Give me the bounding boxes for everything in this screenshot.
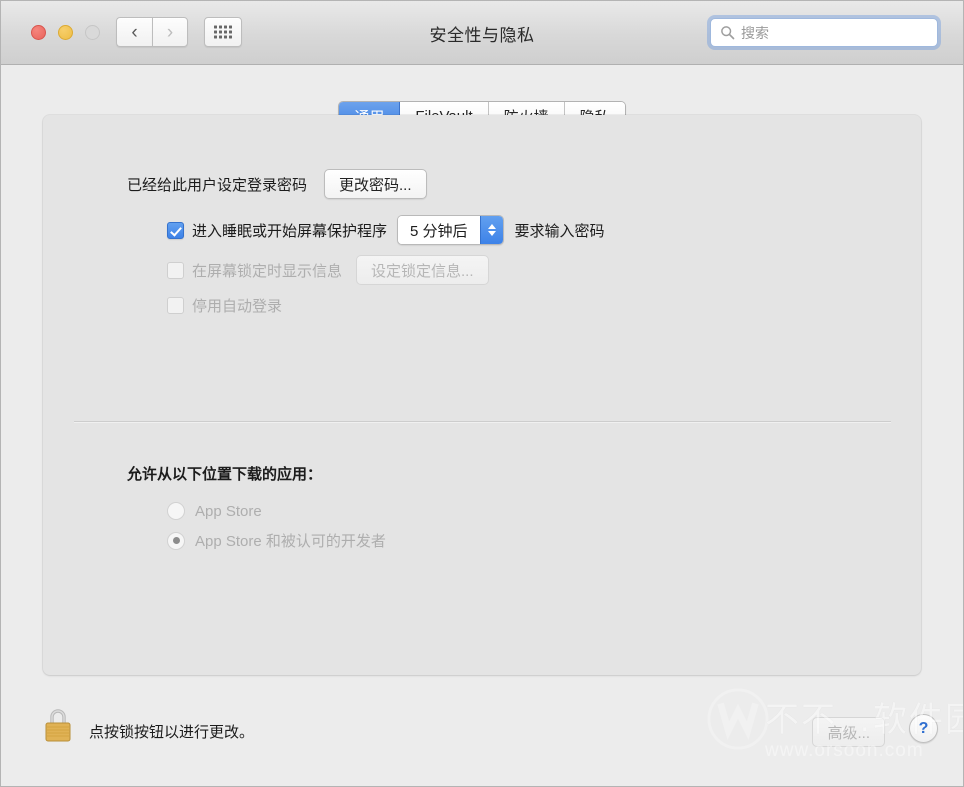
chevron-right-icon: ›: [166, 21, 174, 43]
lock-hint-text: 点按锁按钮以进行更改。: [89, 724, 255, 741]
minimize-button[interactable]: [58, 25, 73, 40]
radio-app-store-identified-developers-label: App Store 和被认可的开发者: [195, 533, 386, 550]
search-icon: [721, 26, 735, 40]
stepper-arrows-icon[interactable]: [479, 216, 503, 244]
require-password-suffix-label: 要求输入密码: [514, 222, 605, 240]
password-delay-value: 5 分钟后: [398, 216, 480, 244]
change-password-button[interactable]: 更改密码...: [324, 169, 427, 199]
set-lock-message-button: 设定锁定信息...: [356, 255, 489, 285]
chevron-up-icon: [487, 224, 496, 229]
require-password-label: 进入睡眠或开始屏幕保护程序: [192, 222, 388, 240]
require-password-checkbox[interactable]: [167, 221, 184, 239]
back-button[interactable]: ‹: [116, 17, 152, 47]
forward-button: ›: [152, 17, 188, 47]
section-divider: [74, 421, 891, 422]
disable-auto-login-row: 停用自动登录: [167, 295, 282, 316]
search-field-wrapper[interactable]: 搜索: [710, 18, 938, 47]
show-lock-message-row: 在屏幕锁定时显示信息 设定锁定信息...: [167, 255, 489, 285]
grid-icon: [214, 25, 232, 39]
advanced-button: 高级...: [812, 717, 885, 747]
show-all-button[interactable]: [204, 17, 242, 47]
search-input[interactable]: 搜索: [710, 18, 938, 47]
download-section-title-row: 允许从以下位置下载的应用：: [127, 463, 322, 484]
radio-app-store-identified-developers: [167, 531, 185, 550]
download-option-appstore-identified-row: App Store 和被认可的开发者: [167, 530, 386, 551]
window-titlebar: ‹ › 安全性与隐私 搜索: [1, 1, 963, 65]
show-lock-message-checkbox: [167, 261, 184, 279]
radio-app-store-label: App Store: [195, 502, 262, 520]
disable-auto-login-checkbox: [167, 297, 184, 314]
require-password-row: 进入睡眠或开始屏幕保护程序 5 分钟后 要求输入密码: [167, 215, 605, 245]
radio-app-store: [167, 502, 185, 520]
lock-closed-icon[interactable]: [43, 706, 73, 744]
watermark-logo-icon: [707, 688, 769, 750]
password-delay-select[interactable]: 5 分钟后: [397, 215, 504, 245]
show-lock-message-label: 在屏幕锁定时显示信息: [192, 262, 343, 280]
password-status-row: 已经给此用户设定登录密码 更改密码...: [127, 169, 427, 199]
help-button[interactable]: ?: [909, 714, 938, 743]
system-preferences-window: ‹ › 安全性与隐私 搜索 通用 FileVa: [0, 0, 964, 787]
close-button[interactable]: [31, 25, 46, 40]
download-section-title: 允许从以下位置下载的应用：: [127, 466, 323, 483]
maximize-button: [85, 25, 100, 40]
password-status-label: 已经给此用户设定登录密码: [127, 176, 308, 194]
disable-auto-login-label: 停用自动登录: [192, 298, 283, 315]
chevron-left-icon: ‹: [131, 21, 138, 43]
chevron-down-icon: [487, 231, 496, 236]
download-option-appstore-row: App Store: [167, 502, 262, 520]
search-placeholder: 搜索: [741, 24, 769, 41]
preferences-panel: 已经给此用户设定登录密码 更改密码... 进入睡眠或开始屏幕保护程序 5 分钟后…: [43, 115, 921, 675]
